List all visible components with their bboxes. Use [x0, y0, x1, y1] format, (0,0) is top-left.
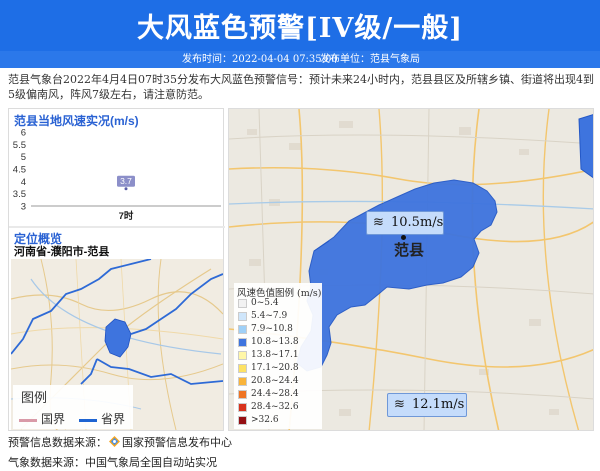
y-tick-label: 4 [21, 177, 26, 188]
warning-header: 大风蓝色预警[IV级/一般] [0, 0, 600, 51]
legend-label: 5.4~7.9 [251, 311, 288, 321]
overview-legend: 图例 国界 省界 [13, 385, 133, 429]
legend-swatch [238, 312, 247, 321]
y-tick-label: 3.5 [13, 189, 26, 200]
provincial-border-swatch [79, 419, 97, 422]
legend-swatch [238, 416, 247, 425]
main-map[interactable]: ≋ 10.5m/s 范县 ≋ 12.1m/s 风速色值图例 (m/s) 0~5.… [228, 108, 594, 431]
wind-reading-value-2: 12.1m/s [412, 397, 465, 412]
met-data-source: 气象数据来源：中国气象局全国自动站实况 [8, 456, 217, 469]
legend-swatch [238, 325, 247, 334]
legend-label: 24.4~28.4 [251, 389, 299, 399]
wind-reading-marker-2[interactable]: ≋ 12.1m/s [387, 393, 467, 417]
wind-reading-value: 10.5m/s [391, 215, 444, 230]
legend-label: 13.8~17.1 [251, 350, 299, 360]
warning-description: 范县气象台2022年4月4日07时35分发布大风蓝色预警信号：预计未来24小时内… [8, 73, 594, 101]
wind-speed-chart: 3 3.544.5 55.56 7时 3.7 [13, 128, 221, 222]
publish-unit: 发布单位：范县气象局 [320, 54, 420, 65]
y-tick-label: 6 [21, 128, 26, 139]
legend-swatch [238, 403, 247, 412]
wind-legend-title: 风速色值图例 (m/s) [237, 288, 322, 299]
legend-label: 28.4~32.6 [251, 402, 299, 412]
y-tick-label: 4.5 [13, 165, 26, 176]
provincial-border-label: 省界 [101, 412, 126, 426]
overview-map[interactable]: 图例 国界 省界 [11, 259, 223, 430]
y-tick-label: 5.5 [13, 140, 26, 151]
legend-swatch [238, 390, 247, 399]
location-path: 河南省-濮阳市-范县 [14, 246, 110, 258]
data-point[interactable] [124, 187, 128, 191]
legend-label: 17.1~20.8 [251, 363, 299, 373]
legend-label: 20.8~24.4 [251, 376, 299, 386]
data-label: 3.7 [120, 176, 132, 186]
overview-legend-title: 图例 [21, 391, 48, 406]
warning-source-name[interactable]: 国家预警信息发布中心 [122, 436, 232, 449]
warning-center-logo-icon [109, 436, 120, 447]
warning-source: 预警信息数据来源： 国家预警信息发布中心 [8, 434, 232, 450]
legend-label: >32.6 [251, 415, 279, 425]
page-title: 大风蓝色预警[IV级/一般] [137, 13, 463, 44]
y-tick-label: 3 [21, 202, 26, 213]
wind-color-legend: 风速色值图例 (m/s) 0~5.4 5.4~7.9 7.9~10.8 10.8… [234, 283, 322, 429]
national-border-label: 国界 [41, 412, 66, 426]
left-panel: 范县当地风速实况(m/s) 3 3.5 4 4.5 5 5.5 6 7时 3.7 定位概览 河南… [8, 108, 225, 431]
legend-swatch [238, 351, 247, 360]
publish-info-bar: 发布时间：2022-04-04 07:35:00 发布单位：范县气象局 [0, 51, 600, 68]
warning-source-label: 预警信息数据来源： [8, 436, 107, 449]
legend-swatch [238, 364, 247, 373]
wind-icon: ≋ [394, 397, 405, 412]
wind-icon: ≋ [373, 215, 384, 230]
legend-label: 10.8~13.8 [251, 337, 299, 347]
section-divider [9, 226, 225, 228]
legend-swatch [238, 338, 247, 347]
national-border-swatch [19, 419, 37, 422]
legend-label: 0~5.4 [251, 298, 279, 308]
y-tick-label: 5 [21, 152, 26, 163]
legend-swatch [238, 377, 247, 386]
publish-time: 发布时间：2022-04-04 07:35:00 [182, 54, 338, 65]
legend-swatch [238, 299, 247, 308]
legend-label: 7.9~10.8 [251, 324, 293, 334]
wind-reading-marker[interactable]: ≋ 10.5m/s [366, 211, 444, 235]
x-tick-label: 7时 [119, 210, 134, 222]
city-label: 范县 [394, 241, 425, 259]
